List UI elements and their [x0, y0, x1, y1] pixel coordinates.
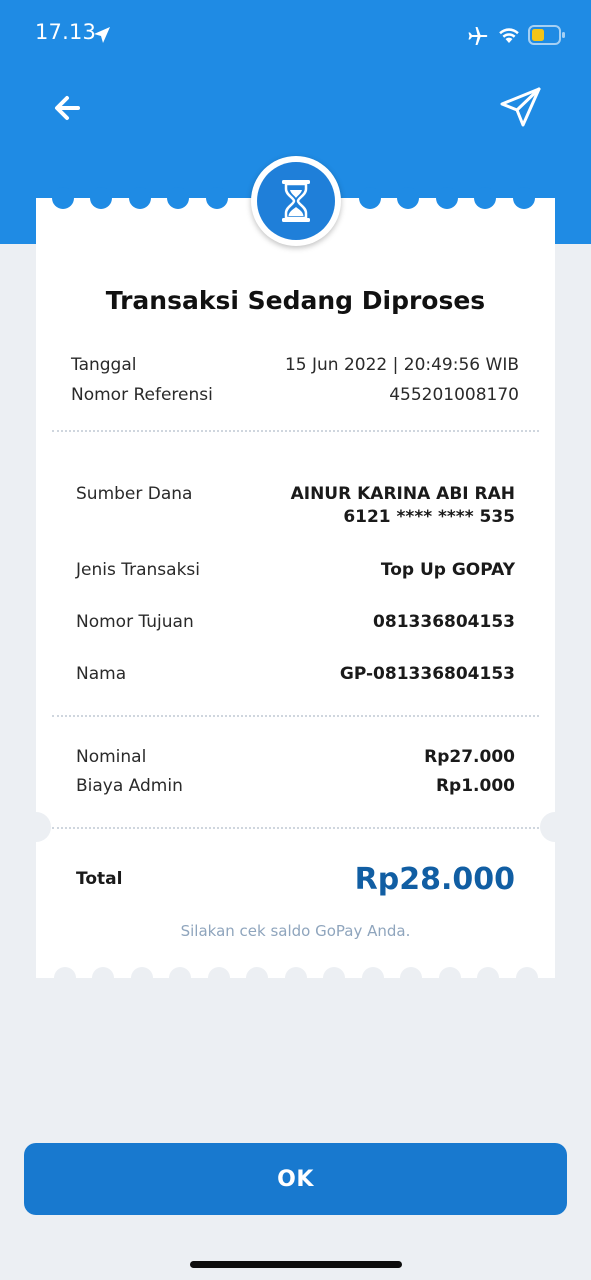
ok-button[interactable]: OK — [24, 1143, 567, 1215]
receipt-edge-scallop — [323, 967, 345, 989]
transaction-status-badge — [251, 156, 341, 246]
receipt-edge-scallop — [359, 187, 381, 209]
receipt-edge-scallop — [516, 967, 538, 989]
back-button[interactable] — [50, 90, 86, 126]
receipt-edge-scallop — [400, 967, 422, 989]
receipt-edge-scallop — [436, 187, 458, 209]
receipt-edge-scallop — [169, 967, 191, 989]
status-time: 17.13 — [35, 20, 97, 44]
nominal-value: Rp27.000 — [424, 747, 515, 767]
receipt-edge-scallop — [129, 187, 151, 209]
section-divider — [52, 430, 539, 432]
location-arrow-icon — [94, 27, 110, 43]
receipt-edge-scallop — [285, 967, 307, 989]
source-of-funds-label: Sumber Dana — [76, 484, 193, 504]
receipt-edge-scallop — [131, 967, 153, 989]
share-button[interactable] — [498, 84, 544, 130]
destination-number-value: 081336804153 — [373, 612, 515, 632]
nominal-label: Nominal — [76, 747, 147, 767]
receipt-edge-scallop — [439, 967, 461, 989]
section-divider — [52, 715, 539, 717]
receipt-edge-scallop — [477, 967, 499, 989]
destination-number-label: Nomor Tujuan — [76, 612, 194, 632]
receipt-card — [36, 187, 555, 989]
receipt-edge-scallop — [92, 967, 114, 989]
receipt-edge-scallop — [246, 967, 268, 989]
transaction-type-label: Jenis Transaksi — [76, 560, 200, 580]
page-title: Transaksi Sedang Diproses — [105, 286, 486, 315]
source-account-name: AINUR KARINA ABI RAH — [290, 484, 515, 504]
battery-icon — [528, 25, 565, 45]
recipient-name-label: Nama — [76, 664, 127, 684]
receipt-edge-scallop — [167, 187, 189, 209]
reference-number-value: 455201008170 — [389, 385, 519, 405]
reference-number-label: Nomor Referensi — [71, 385, 213, 405]
receipt-edge-scallop — [208, 967, 230, 989]
info-note: Silakan cek saldo GoPay Anda. — [180, 922, 411, 940]
receipt-edge-scallop — [206, 187, 228, 209]
receipt-side-notch — [21, 812, 51, 842]
receipt-side-notch — [540, 812, 570, 842]
date-value: 15 Jun 2022 | 20:49:56 WIB — [284, 355, 519, 375]
total-value: Rp28.000 — [354, 862, 515, 897]
receipt-edge-scallop — [513, 187, 535, 209]
source-account-number: 6121 **** **** 535 — [343, 507, 515, 527]
transaction-type-value: Top Up GOPAY — [380, 560, 515, 580]
receipt-edge-scallop — [362, 967, 384, 989]
wifi-icon — [499, 28, 519, 43]
recipient-name-value: GP-081336804153 — [339, 664, 515, 684]
receipt-edge-scallop — [54, 967, 76, 989]
receipt-edge-scallop — [397, 187, 419, 209]
date-label: Tanggal — [71, 355, 137, 375]
section-divider — [52, 827, 539, 829]
receipt-edge-scallop — [474, 187, 496, 209]
total-label: Total — [76, 869, 123, 889]
admin-fee-value: Rp1.000 — [435, 776, 515, 796]
airplane-mode-icon — [468, 27, 488, 45]
home-indicator[interactable] — [190, 1261, 402, 1268]
status-bar: 17.13 — [0, 0, 591, 70]
receipt-edge-scallop — [90, 187, 112, 209]
paper-plane-icon — [500, 87, 541, 127]
admin-fee-label: Biaya Admin — [76, 776, 183, 796]
hourglass-icon — [282, 180, 310, 222]
receipt-edge-scallop — [52, 187, 74, 209]
